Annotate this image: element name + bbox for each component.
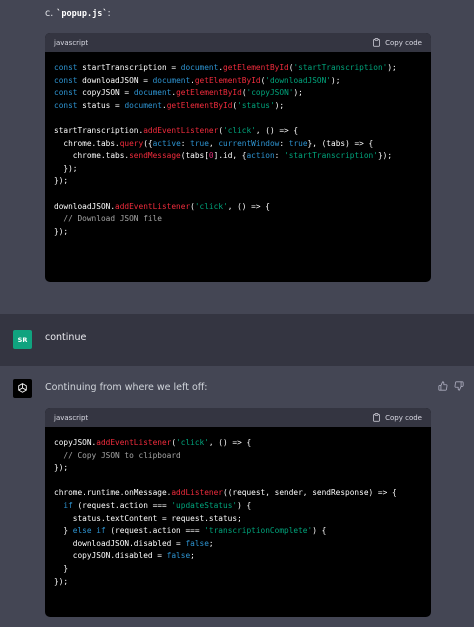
code-content[interactable]: copyJSON.addEventListener('click', () =>… bbox=[45, 427, 431, 598]
assistant-message-previous: c. `popup.js`: javascript Copy code cons… bbox=[0, 0, 474, 314]
code-block-popup-js: javascript Copy code const startTranscri… bbox=[45, 33, 431, 282]
feedback-buttons bbox=[438, 381, 464, 391]
thumbs-up-icon[interactable] bbox=[438, 381, 448, 391]
code-block-header: javascript Copy code bbox=[45, 33, 431, 52]
clipboard-icon bbox=[373, 38, 380, 47]
code-block-header: javascript Copy code bbox=[45, 408, 431, 427]
code-language-label: javascript bbox=[54, 413, 89, 422]
copy-code-button[interactable]: Copy code bbox=[372, 413, 422, 422]
assistant-message-text: Continuing from where we left off: bbox=[45, 382, 208, 393]
clipboard-icon bbox=[373, 413, 380, 422]
assistant-message: javascript Copy code copyJSON.addEventLi… bbox=[0, 366, 474, 627]
thumbs-down-icon[interactable] bbox=[454, 381, 464, 391]
code-language-label: javascript bbox=[54, 38, 89, 47]
section-heading: c. `popup.js`: bbox=[45, 8, 111, 19]
copy-code-button[interactable]: Copy code bbox=[372, 38, 422, 47]
code-content[interactable]: const startTranscription = document.getE… bbox=[45, 52, 431, 248]
code-block-continued: javascript Copy code copyJSON.addEventLi… bbox=[45, 408, 431, 617]
openai-logo-icon bbox=[18, 383, 27, 393]
user-avatar: SR bbox=[13, 330, 32, 349]
assistant-avatar bbox=[13, 379, 32, 398]
user-message-text: continue bbox=[45, 332, 87, 343]
file-name: `popup.js` bbox=[56, 9, 108, 19]
